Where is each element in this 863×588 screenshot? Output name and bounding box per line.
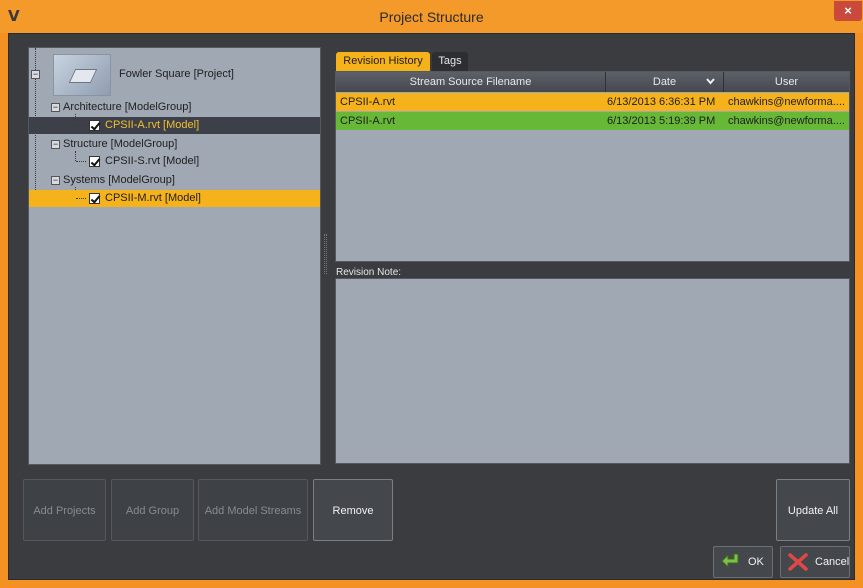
checkbox-cpsii-s[interactable]	[89, 156, 100, 167]
tab-revision-history[interactable]: Revision History	[336, 52, 430, 71]
cell-filename: CPSII-A.rvt	[340, 115, 396, 127]
tree-item-project[interactable]: Fowler Square [Project]	[119, 66, 234, 83]
add-group-button[interactable]: Add Group	[111, 479, 194, 541]
table-row[interactable]: CPSII-A.rvt 6/13/2013 5:19:39 PM chawkin…	[336, 112, 849, 130]
cancel-x-icon	[788, 553, 808, 571]
tab-tags[interactable]: Tags	[432, 52, 468, 71]
chevron-down-icon	[706, 78, 715, 85]
panel-splitter[interactable]	[324, 234, 327, 274]
tree-item-systems-group[interactable]: Systems [ModelGroup]	[63, 172, 175, 189]
remove-button[interactable]: Remove	[313, 479, 393, 541]
update-all-button[interactable]: Update All	[776, 479, 850, 541]
checkbox-cpsii-a[interactable]	[89, 120, 100, 131]
title-bar[interactable]: V Project Structure ×	[0, 0, 863, 33]
cell-user: chawkins@newforma....	[728, 115, 845, 127]
collapse-architecture-icon[interactable]: −	[51, 103, 60, 112]
ok-button[interactable]: OK	[713, 546, 773, 578]
tree-line	[76, 198, 86, 199]
close-button[interactable]: ×	[834, 1, 862, 21]
project-structure-window: V Project Structure × − Fowler Square [P…	[0, 0, 863, 588]
tree-item-label: CPSII-A.rvt [Model]	[105, 119, 200, 131]
column-header-filename[interactable]: Stream Source Filename	[336, 72, 606, 92]
cell-date: 6/13/2013 5:19:39 PM	[607, 115, 716, 127]
column-header-date[interactable]: Date	[606, 72, 724, 92]
table-header: Stream Source Filename Date User	[336, 72, 849, 92]
column-header-user[interactable]: User	[724, 72, 849, 92]
tree-item-cpsii-s-model[interactable]: CPSII-S.rvt [Model]	[29, 153, 320, 170]
tree-item-label: CPSII-S.rvt [Model]	[105, 155, 200, 167]
tree-item-architecture-group[interactable]: Architecture [ModelGroup]	[63, 99, 191, 116]
cancel-button[interactable]: Cancel	[780, 546, 850, 578]
project-thumbnail-icon	[53, 54, 111, 96]
cell-filename: CPSII-A.rvt	[340, 96, 396, 108]
table-row[interactable]: CPSII-A.rvt 6/13/2013 6:36:31 PM chawkin…	[336, 93, 849, 111]
tree-item-structure-group[interactable]: Structure [ModelGroup]	[63, 136, 177, 153]
cell-date: 6/13/2013 6:36:31 PM	[607, 96, 716, 108]
tree-item-cpsii-a-model[interactable]: CPSII-A.rvt [Model]	[29, 117, 320, 134]
ok-arrow-icon	[721, 553, 739, 569]
tree-line	[76, 125, 86, 126]
tree-item-label: CPSII-M.rvt [Model]	[105, 192, 201, 204]
revision-history-table[interactable]: Stream Source Filename Date User CPSII-A…	[335, 71, 850, 262]
cancel-label: Cancel	[815, 556, 850, 568]
ok-label: OK	[748, 556, 764, 568]
column-header-label: Date	[652, 76, 677, 88]
revision-note-label: Revision Note:	[336, 267, 402, 278]
add-model-streams-button[interactable]: Add Model Streams	[198, 479, 308, 541]
project-tree[interactable]: − Fowler Square [Project] − Architecture…	[28, 47, 321, 465]
collapse-structure-icon[interactable]: −	[51, 140, 60, 149]
tree-line	[76, 161, 86, 162]
dialog-body: − Fowler Square [Project] − Architecture…	[8, 33, 855, 580]
collapse-systems-icon[interactable]: −	[51, 176, 60, 185]
checkbox-cpsii-m[interactable]	[89, 193, 100, 204]
revision-note-field[interactable]	[335, 278, 850, 464]
add-projects-button[interactable]: Add Projects	[23, 479, 106, 541]
window-title: Project Structure	[379, 9, 484, 25]
cell-user: chawkins@newforma....	[728, 96, 845, 108]
tree-item-cpsii-m-model[interactable]: CPSII-M.rvt [Model]	[29, 190, 320, 207]
collapse-project-icon[interactable]: −	[31, 70, 40, 79]
